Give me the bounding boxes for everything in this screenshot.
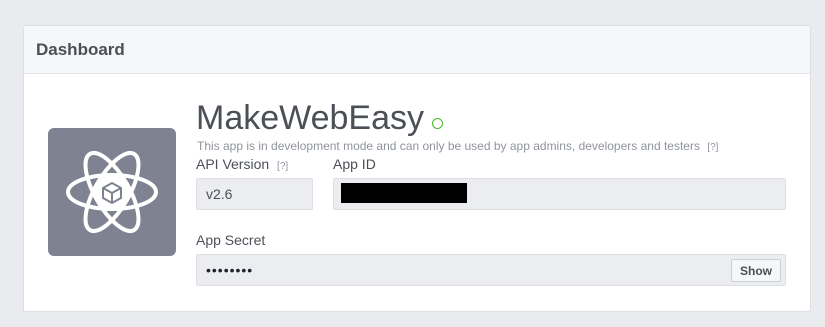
api-version-help-link[interactable]: [?] — [277, 161, 288, 172]
app-name: MakeWebEasy — [196, 99, 444, 138]
app-secret-label: App Secret — [196, 232, 266, 248]
dashboard-panel: Dashboard MakeWebEasy This app is in dev… — [23, 25, 811, 312]
page-title: Dashboard — [36, 39, 125, 59]
app-id-field[interactable] — [333, 178, 786, 210]
development-mode-help-link[interactable]: [?] — [707, 142, 718, 153]
api-version-value: v2.6 — [206, 186, 233, 202]
development-mode-note: This app is in development mode and can … — [197, 139, 718, 153]
app-id-label: App ID — [333, 156, 376, 172]
development-mode-text: This app is in development mode and can … — [197, 139, 700, 153]
api-version-field[interactable]: v2.6 — [196, 178, 313, 210]
atom-cube-icon — [66, 150, 158, 234]
api-version-label-text: API Version — [196, 156, 270, 172]
app-icon — [48, 128, 176, 256]
app-id-redaction — [341, 183, 467, 203]
app-name-text: MakeWebEasy — [196, 99, 425, 137]
panel-header: Dashboard — [24, 26, 810, 74]
show-secret-button[interactable]: Show — [731, 259, 781, 282]
app-secret-value: •••••••• — [206, 262, 254, 278]
status-indicator-icon — [432, 118, 444, 129]
app-secret-field[interactable]: •••••••• Show — [196, 254, 786, 286]
api-version-label: API Version [?] — [196, 156, 288, 172]
